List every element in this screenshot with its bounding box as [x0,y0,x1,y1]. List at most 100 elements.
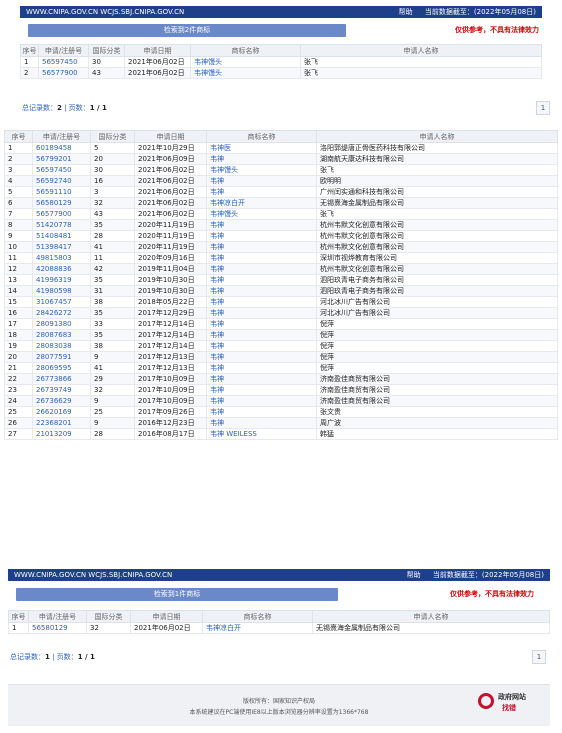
cell-reg-number[interactable]: 56597450 [32,164,91,176]
cell-reg-number[interactable]: 42088836 [32,263,91,275]
cell-reg-number[interactable]: 56580129 [28,622,87,634]
help-link[interactable]: 帮助 [399,8,413,16]
cell-mark-name[interactable]: 韦神医 [206,142,317,154]
cell-mark-name[interactable]: 韦神 [206,351,317,363]
cell-reg-number[interactable]: 26620169 [32,406,91,418]
help-link[interactable]: 帮助 [407,571,421,579]
cell-mark-name[interactable]: 韦神凉白开 [202,622,313,634]
cell-mark-name[interactable]: 韦神 [206,230,317,242]
header-seq: 序号 [8,610,29,623]
cell-reg-number[interactable]: 26773866 [32,373,91,385]
cell-mark-name[interactable]: 韦神 [206,340,317,352]
cell-mark-name[interactable]: 韦神 [206,362,317,374]
cell-mark-name[interactable]: 韦神 [206,307,317,319]
table-row: 2 56799201 20 2021年06月09日 韦神 湖南航天康达科技有限公司 [4,153,558,165]
cell-reg-number[interactable]: 56577900 [38,67,89,79]
cell-date: 2017年12月14日 [134,318,207,330]
cell-applicant: 倪萍 [316,340,558,352]
cell-mark-name[interactable]: 韦神凉白开 [206,197,317,209]
cell-seq: 21 [4,362,33,374]
table-row: 3 56597450 30 2021年06月02日 韦神馒头 张飞 [4,164,558,176]
result-table-1: 序号 申请/注册号 国际分类 申请日期 商标名称 申请人名称 1 56597450 30 202… [20,44,542,79]
page-button[interactable]: 1 [536,101,550,115]
pager-summary-2: 总记录数：1 | 页数：1 / 1 [10,652,95,662]
cell-mark-name[interactable]: 韦神馒头 [206,208,317,220]
cell-mark-name[interactable]: 韦神 [206,329,317,341]
cell-reg-number[interactable]: 28091380 [32,318,91,330]
cell-reg-number[interactable]: 28069595 [32,362,91,374]
cell-reg-number[interactable]: 22368201 [32,417,91,429]
cell-class: 43 [90,208,135,220]
cell-mark-name[interactable]: 韦神 [206,186,317,198]
cell-class: 20 [90,153,135,165]
cell-mark-name[interactable]: 韦神 [206,318,317,330]
cell-seq: 10 [4,241,33,253]
cell-mark-name[interactable]: 韦神 [206,285,317,297]
cell-reg-number[interactable]: 56592740 [32,175,91,187]
table-row: 25 26620169 25 2017年09月26日 韦神 张文贵 [4,406,558,418]
cell-mark-name[interactable]: 韦神馒头 [190,56,301,68]
cell-reg-number[interactable]: 60189458 [32,142,91,154]
cell-class: 11 [90,252,135,264]
cell-mark-name[interactable]: 韦神 [206,252,317,264]
cell-mark-name[interactable]: 韦神馒头 [190,67,301,79]
page-button-2[interactable]: 1 [532,650,546,664]
pager-prefix: 总记录数： [10,653,45,661]
table-row: 16 28426272 35 2017年12月29日 韦神 河北冰川广告有限公司 [4,307,558,319]
cell-class: 38 [90,296,135,308]
cell-mark-name[interactable]: 韦神 [206,175,317,187]
cell-mark-name[interactable]: 韦神 [206,395,317,407]
cell-date: 2020年11月19日 [134,219,207,231]
header-applicant: 申请人名称 [312,610,550,623]
cell-mark-name[interactable]: 韦神 [206,219,317,231]
cell-seq: 16 [4,307,33,319]
table-row: 6 56580129 32 2021年06月02日 韦神凉白开 无锡熹海金属制品有限公司 [4,197,558,209]
cell-mark-name[interactable]: 韦神 [206,153,317,165]
cell-mark-name[interactable]: 韦神 [206,417,317,429]
cell-reg-number[interactable]: 51398417 [32,241,91,253]
cell-reg-number[interactable]: 21013209 [32,428,91,440]
gov-site-error-link[interactable]: 政府网站 找错 [478,689,538,715]
cell-class: 35 [90,307,135,319]
cell-mark-name[interactable]: 韦神 [206,384,317,396]
cell-reg-number[interactable]: 51408481 [32,230,91,242]
cell-mark-name[interactable]: 韦神 [206,274,317,286]
cell-seq: 14 [4,285,33,297]
cell-reg-number[interactable]: 28077591 [32,351,91,363]
cell-reg-number[interactable]: 56799201 [32,153,91,165]
cell-reg-number[interactable]: 31067457 [32,296,91,308]
cell-mark-name[interactable]: 韦神 [206,373,317,385]
cell-reg-number[interactable]: 26736629 [32,395,91,407]
cell-date: 2017年10月09日 [134,373,207,385]
cell-class: 35 [90,329,135,341]
cell-reg-number[interactable]: 41996319 [32,274,91,286]
header-date: 申请日期 [130,610,203,623]
cell-reg-number[interactable]: 28083038 [32,340,91,352]
cell-reg-number[interactable]: 49815803 [32,252,91,264]
cell-reg-number[interactable]: 51420778 [32,219,91,231]
cell-reg-number[interactable]: 56597450 [38,56,89,68]
cell-reg-number[interactable]: 26739749 [32,384,91,396]
cell-mark-name[interactable]: 韦神 WEILESS [206,428,317,440]
cell-reg-number[interactable]: 41980598 [32,285,91,297]
cell-reg-number[interactable]: 56580129 [32,197,91,209]
cell-mark-name[interactable]: 韦神 [206,241,317,253]
cell-reg-number[interactable]: 56591110 [32,186,91,198]
header-mark-name: 商标名称 [206,130,317,143]
header-class: 国际分类 [86,610,131,623]
pager-pages: 1 / 1 [89,104,107,112]
cell-mark-name[interactable]: 韦神 [206,263,317,275]
cell-reg-number[interactable]: 56577900 [32,208,91,220]
cell-reg-number[interactable]: 28087683 [32,329,91,341]
cell-mark-name[interactable]: 韦神馒头 [206,164,317,176]
cell-mark-name[interactable]: 韦神 [206,296,317,308]
cell-mark-name[interactable]: 韦神 [206,406,317,418]
cell-date: 2016年08月17日 [134,428,207,440]
cell-applicant: 广州闰实通和科技有限公司 [316,186,558,198]
header-applicant: 申请人名称 [316,130,558,143]
table-row: 20 28077591 9 2017年12月13日 韦神 倪萍 [4,351,558,363]
table-row: 7 56577900 43 2021年06月02日 韦神馒头 张飞 [4,208,558,220]
cell-applicant: 河北冰川广告有限公司 [316,296,558,308]
cell-reg-number[interactable]: 28426272 [32,307,91,319]
cell-applicant: 济南盈佳商贸有限公司 [316,395,558,407]
